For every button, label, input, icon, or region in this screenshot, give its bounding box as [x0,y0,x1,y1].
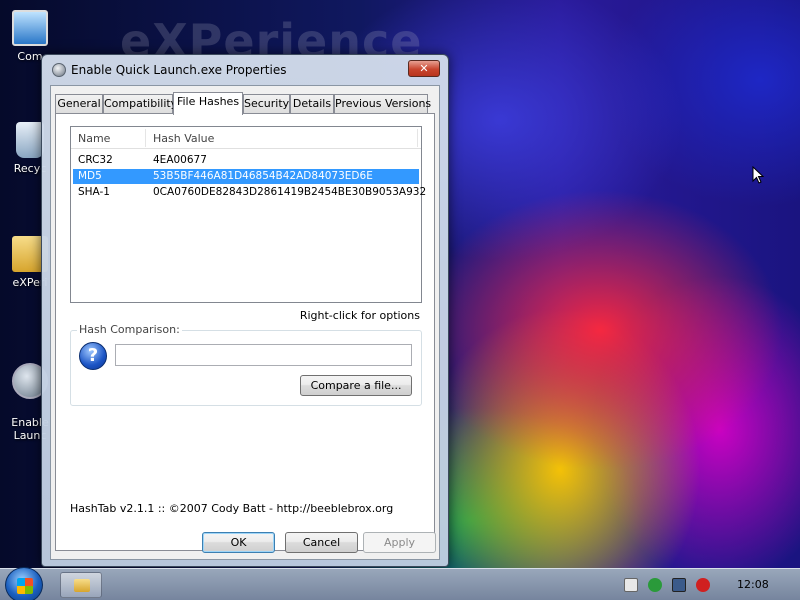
title-bar[interactable]: Enable Quick Launch.exe Properties ✕ [42,55,448,85]
hash-value: 0CA0760DE82843D2861419B2454BE30B9053A932 [153,186,427,198]
column-separator[interactable] [145,129,146,147]
list-item[interactable]: CRC32 4EA00677 [73,153,419,168]
hash-value: 4EA00677 [153,154,207,166]
recycle-bin-icon [16,122,44,158]
column-separator[interactable] [417,129,418,147]
column-header-name[interactable]: Name [78,132,110,145]
apply-button[interactable]: Apply [363,532,436,553]
cancel-button[interactable]: Cancel [285,532,358,553]
close-button[interactable]: ✕ [408,60,440,77]
tab-security[interactable]: Security [243,94,290,114]
hash-name: CRC32 [78,154,113,166]
file-hashes-panel: Name Hash Value CRC32 4EA00677 MD5 53B5B… [55,113,435,551]
right-click-hint: Right-click for options [299,309,420,322]
clock[interactable]: 12:08 [737,578,769,591]
hash-comparison-group: Hash Comparison: ? Compare a file... [70,323,422,406]
tab-general[interactable]: General [55,94,103,114]
list-item[interactable]: SHA-1 0CA0760DE82843D2861419B2454BE30B90… [73,185,426,200]
app-icon [52,63,66,77]
hash-name: SHA-1 [78,186,110,198]
tab-file-hashes[interactable]: File Hashes [173,92,243,115]
tab-details[interactable]: Details [290,94,334,114]
hashtab-credit: HashTab v2.1.1 :: ©2007 Cody Batt - http… [70,502,394,515]
list-header: Name Hash Value [71,127,421,149]
folder-icon [74,579,90,592]
hash-comparison-label: Hash Comparison: [77,323,182,336]
compare-file-button[interactable]: Compare a file... [300,375,412,396]
properties-window: Enable Quick Launch.exe Properties ✕ Gen… [41,54,449,567]
mouse-cursor-icon [752,165,765,188]
tab-previous-versions[interactable]: Previous Versions [334,94,431,114]
window-title: Enable Quick Launch.exe Properties [71,63,287,77]
hash-name: MD5 [78,170,102,182]
window-client-area: General Compatibility File Hashes Securi… [50,85,440,560]
taskbar-button-explorer[interactable] [60,572,102,598]
windows-logo-icon [17,578,33,594]
start-button[interactable] [5,567,43,600]
close-icon: ✕ [419,62,429,75]
taskbar: 12:08 [0,567,800,600]
volume-muted-icon[interactable] [696,578,710,592]
hash-comparison-input[interactable] [115,344,412,366]
question-mark-icon: ? [79,342,107,370]
hash-value: 53B5BF446A81D46854B42AD84073ED6E [153,170,373,182]
tab-compatibility[interactable]: Compatibility [103,94,177,114]
list-item[interactable]: MD5 53B5BF446A81D46854B42AD84073ED6E [73,169,419,184]
computer-icon [12,10,48,46]
action-center-icon[interactable] [648,578,662,592]
ok-button[interactable]: OK [202,532,275,553]
hash-list[interactable]: Name Hash Value CRC32 4EA00677 MD5 53B5B… [70,126,426,303]
network-icon[interactable] [672,578,686,592]
column-header-hash-value[interactable]: Hash Value [153,132,214,145]
document-icon[interactable] [624,578,638,592]
